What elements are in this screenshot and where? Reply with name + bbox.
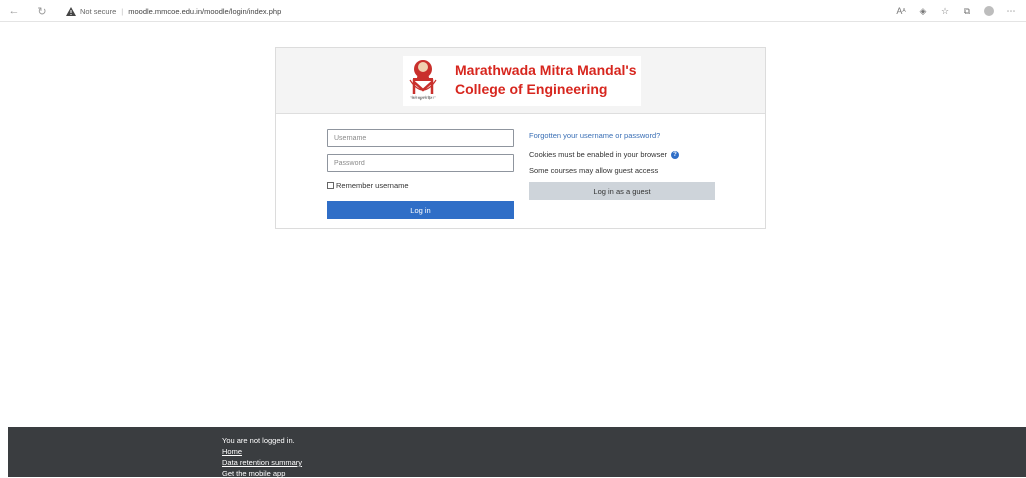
- footer-link-home[interactable]: Home: [222, 447, 242, 456]
- address-separator: |: [121, 6, 124, 16]
- refresh-icon[interactable]: ↻: [34, 3, 50, 19]
- username-input[interactable]: [327, 129, 514, 147]
- login-status: You are not logged in.: [222, 436, 295, 445]
- warning-icon: [66, 6, 76, 16]
- footer-link-data-retention[interactable]: Data retention summary: [222, 458, 302, 467]
- forgot-password-link[interactable]: Forgotten your username or password?: [529, 131, 660, 140]
- guest-login-button[interactable]: Log in as a guest: [529, 182, 715, 200]
- college-name-line2: College of Engineering: [455, 81, 608, 97]
- more-icon[interactable]: ⋯: [1000, 3, 1022, 19]
- login-button[interactable]: Log in: [327, 201, 514, 219]
- cookies-text: Cookies must be enabled in your browser: [529, 150, 667, 159]
- read-aloud-icon[interactable]: AA: [890, 3, 912, 19]
- remember-label: Remember username: [336, 181, 409, 190]
- url-text: moodle.mmcoe.edu.in/moodle/login/index.p…: [128, 6, 282, 16]
- page-footer: You are not logged in. Home Data retenti…: [8, 427, 1026, 478]
- login-card: "केले बहुतांचे हित !" Marathwada Mitra M…: [275, 47, 766, 229]
- address-bar[interactable]: Not secure | moodle.mmcoe.edu.in/moodle/…: [66, 4, 281, 18]
- security-label: Not secure: [80, 6, 117, 16]
- profile-icon[interactable]: [978, 3, 1000, 19]
- collections-icon[interactable]: ⧉: [956, 3, 978, 19]
- back-icon[interactable]: ←: [6, 3, 22, 19]
- password-input[interactable]: [327, 154, 514, 172]
- guest-access-text: Some courses may allow guest access: [529, 166, 659, 175]
- browser-toolbar: ← ↻ Not secure | moodle.mmcoe.edu.in/moo…: [0, 0, 1026, 22]
- cookies-notice: Cookies must be enabled in your browser …: [529, 150, 679, 159]
- favorites-icon[interactable]: ☆: [934, 3, 956, 19]
- remember-username[interactable]: Remember username: [327, 181, 409, 190]
- login-card-header: "केले बहुतांचे हित !" Marathwada Mitra M…: [276, 48, 765, 114]
- help-icon[interactable]: ?: [671, 150, 679, 159]
- college-logo: "केले बहुतांचे हित !" Marathwada Mitra M…: [403, 56, 641, 106]
- tracking-icon[interactable]: ◈: [912, 3, 934, 19]
- college-motto: "केले बहुतांचे हित !": [410, 96, 436, 100]
- remember-checkbox[interactable]: [327, 182, 334, 189]
- college-name-line1: Marathwada Mitra Mandal's: [455, 62, 637, 78]
- toolbar-actions: AA ◈ ☆ ⧉ ⋯: [890, 3, 1022, 19]
